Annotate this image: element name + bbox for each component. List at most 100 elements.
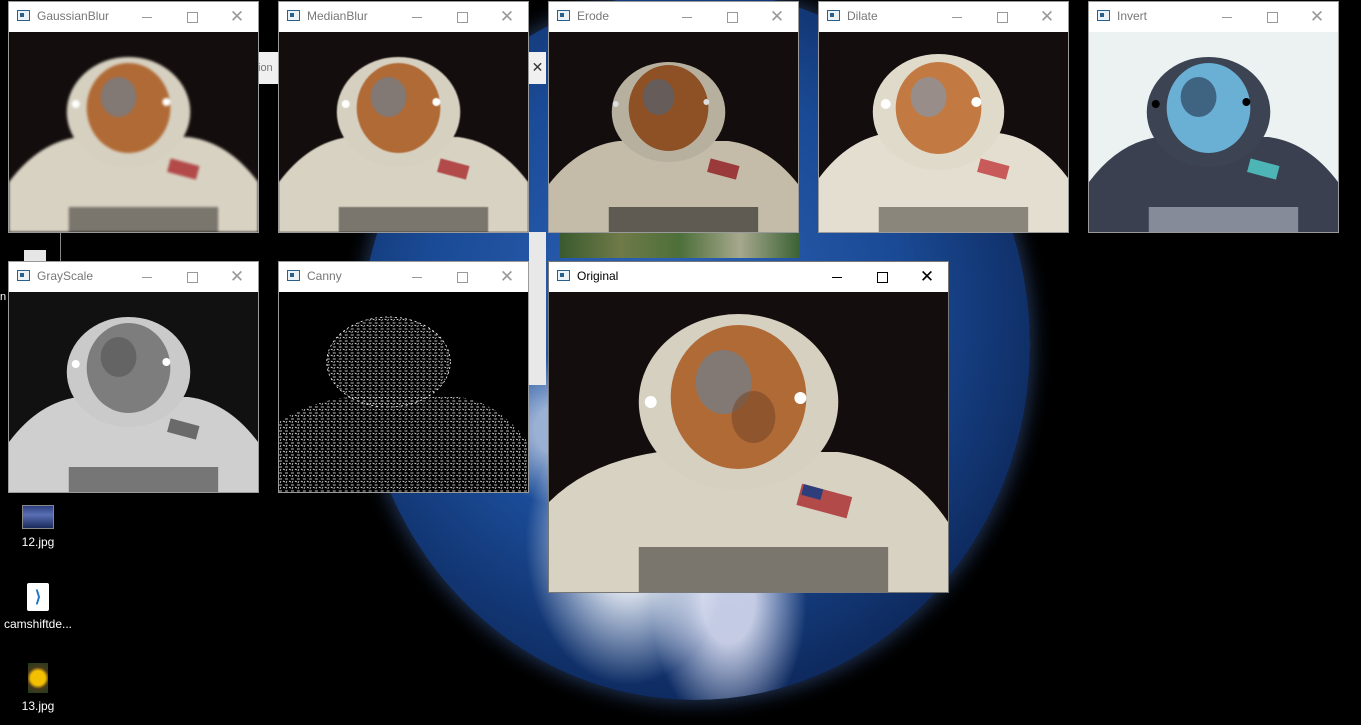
app-icon bbox=[1097, 10, 1110, 21]
desktop-icon-label: camshiftde... bbox=[3, 617, 73, 631]
app-icon bbox=[557, 10, 570, 21]
minimize-icon bbox=[832, 276, 842, 278]
minimize-button[interactable] bbox=[124, 2, 170, 32]
close-icon: ✕ bbox=[499, 267, 515, 286]
image-canny bbox=[279, 292, 528, 492]
window-dilate[interactable]: Dilate ✕ bbox=[818, 1, 1069, 233]
image-original bbox=[549, 292, 948, 592]
background-window-close-button[interactable]: ✕ bbox=[529, 52, 546, 84]
minimize-button[interactable] bbox=[1204, 2, 1250, 32]
desktop-icon-12jpg[interactable]: 12.jpg bbox=[0, 505, 76, 549]
maximize-button[interactable] bbox=[439, 262, 485, 292]
background-window-fragment-lower bbox=[529, 232, 546, 385]
maximize-button[interactable] bbox=[169, 262, 215, 292]
close-button[interactable]: ✕ bbox=[1294, 2, 1340, 32]
maximize-icon bbox=[726, 11, 738, 23]
maximize-button[interactable] bbox=[1249, 2, 1295, 32]
minimize-button[interactable] bbox=[394, 262, 440, 292]
title-bar[interactable]: GaussianBlur ✕ bbox=[9, 2, 258, 32]
image-gaussianblur bbox=[9, 32, 258, 232]
window-medianblur[interactable]: MedianBlur ✕ bbox=[278, 1, 529, 233]
maximize-button[interactable] bbox=[859, 262, 905, 292]
window-grayscale[interactable]: GrayScale ✕ bbox=[8, 261, 259, 493]
maximize-button[interactable] bbox=[709, 2, 755, 32]
wallpaper-land-detail bbox=[560, 232, 800, 258]
window-title: MedianBlur bbox=[307, 9, 368, 23]
minimize-icon bbox=[412, 16, 422, 18]
window-title: GrayScale bbox=[37, 269, 94, 283]
maximize-icon bbox=[186, 11, 198, 23]
title-bar[interactable]: Original ✕ bbox=[549, 262, 948, 292]
desktop-icon-camshift[interactable]: ⟩ camshiftde... bbox=[0, 583, 76, 631]
minimize-button[interactable] bbox=[394, 2, 440, 32]
app-icon bbox=[557, 270, 570, 281]
minimize-icon bbox=[412, 276, 422, 278]
close-button[interactable]: ✕ bbox=[214, 2, 260, 32]
image-file-icon bbox=[28, 663, 48, 693]
window-title: Invert bbox=[1117, 9, 1148, 23]
close-icon: ✕ bbox=[1309, 7, 1325, 26]
maximize-button[interactable] bbox=[979, 2, 1025, 32]
minimize-icon bbox=[1222, 16, 1232, 18]
window-gaussianblur[interactable]: GaussianBlur ✕ bbox=[8, 1, 259, 233]
close-icon: ✕ bbox=[769, 7, 785, 26]
close-icon: ✕ bbox=[499, 7, 515, 26]
title-bar[interactable]: Erode ✕ bbox=[549, 2, 798, 32]
app-icon bbox=[287, 270, 300, 281]
window-title: GaussianBlur bbox=[37, 9, 110, 23]
minimize-icon bbox=[142, 276, 152, 278]
window-original[interactable]: Original ✕ bbox=[548, 261, 949, 593]
maximize-icon bbox=[456, 271, 468, 283]
image-dilate bbox=[819, 32, 1068, 232]
partial-desktop-label: n bbox=[0, 291, 7, 303]
maximize-icon bbox=[456, 11, 468, 23]
close-button[interactable]: ✕ bbox=[484, 262, 530, 292]
image-invert bbox=[1089, 32, 1338, 232]
maximize-icon bbox=[996, 11, 1008, 23]
app-icon bbox=[287, 10, 300, 21]
image-file-icon bbox=[22, 505, 54, 529]
title-bar[interactable]: Dilate ✕ bbox=[819, 2, 1068, 32]
app-icon bbox=[17, 270, 30, 281]
minimize-button[interactable] bbox=[934, 2, 980, 32]
maximize-icon bbox=[1266, 11, 1278, 23]
desktop-icon-label: 13.jpg bbox=[21, 699, 55, 713]
image-grayscale bbox=[9, 292, 258, 492]
title-bar[interactable]: MedianBlur ✕ bbox=[279, 2, 528, 32]
title-bar[interactable]: GrayScale ✕ bbox=[9, 262, 258, 292]
app-icon bbox=[827, 10, 840, 21]
maximize-button[interactable] bbox=[169, 2, 215, 32]
maximize-button[interactable] bbox=[439, 2, 485, 32]
minimize-icon bbox=[682, 16, 692, 18]
close-button[interactable]: ✕ bbox=[904, 262, 950, 292]
window-canny[interactable]: Canny ✕ bbox=[278, 261, 529, 493]
window-title: Original bbox=[577, 269, 619, 283]
maximize-icon bbox=[186, 271, 198, 283]
window-title: Erode bbox=[577, 9, 610, 23]
vscode-file-icon: ⟩ bbox=[27, 583, 49, 611]
maximize-icon bbox=[876, 271, 888, 283]
close-button[interactable]: ✕ bbox=[214, 262, 260, 292]
close-icon: ✕ bbox=[1039, 7, 1055, 26]
window-title: Canny bbox=[307, 269, 342, 283]
close-icon: ✕ bbox=[229, 267, 245, 286]
image-erode bbox=[549, 32, 798, 232]
minimize-button[interactable] bbox=[124, 262, 170, 292]
window-invert[interactable]: Invert ✕ bbox=[1088, 1, 1339, 233]
minimize-button[interactable] bbox=[814, 262, 860, 292]
app-icon bbox=[17, 10, 30, 21]
minimize-button[interactable] bbox=[664, 2, 710, 32]
desktop-icon-label: 12.jpg bbox=[21, 535, 55, 549]
close-button[interactable]: ✕ bbox=[1024, 2, 1070, 32]
close-button[interactable]: ✕ bbox=[754, 2, 800, 32]
minimize-icon bbox=[142, 16, 152, 18]
title-bar[interactable]: Canny ✕ bbox=[279, 262, 528, 292]
window-erode[interactable]: Erode ✕ bbox=[548, 1, 799, 233]
window-title: Dilate bbox=[847, 9, 878, 23]
title-bar[interactable]: Invert ✕ bbox=[1089, 2, 1338, 32]
close-icon: ✕ bbox=[919, 267, 935, 286]
desktop-icon-13jpg[interactable]: 13.jpg bbox=[0, 663, 76, 713]
close-button[interactable]: ✕ bbox=[484, 2, 530, 32]
background-window-fragment[interactable]: ion bbox=[258, 52, 278, 84]
image-medianblur bbox=[279, 32, 528, 232]
